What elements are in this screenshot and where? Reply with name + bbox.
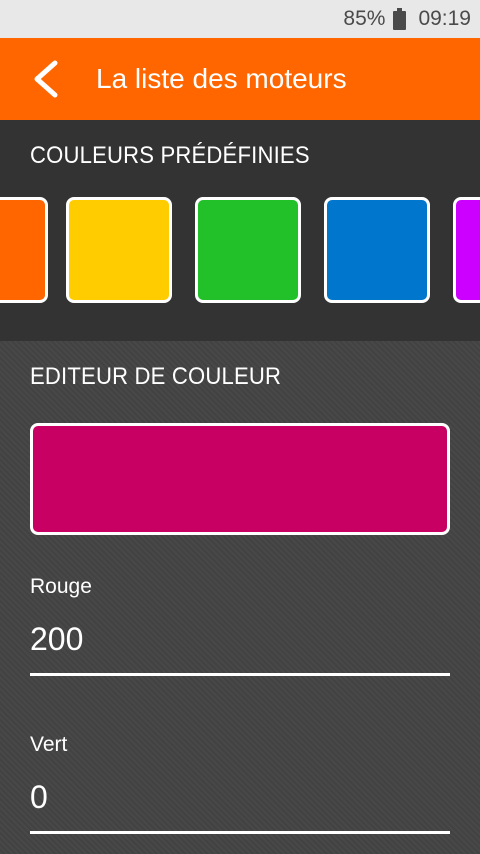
green-input-underline xyxy=(30,831,450,834)
predefined-colors-title: COULEURS PRÉDÉFINIES xyxy=(30,142,310,169)
swatch-orange[interactable] xyxy=(0,197,48,303)
battery-icon xyxy=(393,8,407,30)
color-preview xyxy=(30,423,450,535)
app-bar: La liste des moteurs xyxy=(0,38,480,120)
swatch-blue[interactable] xyxy=(324,197,430,303)
color-editor-title: EDITEUR DE COULEUR xyxy=(30,363,282,390)
page-title: La liste des moteurs xyxy=(96,63,347,94)
back-button[interactable] xyxy=(16,49,76,109)
arrow-back-icon xyxy=(34,60,58,98)
red-input[interactable] xyxy=(30,621,450,658)
clock: 09:19 xyxy=(418,7,471,30)
swatch-yellow[interactable] xyxy=(66,197,172,303)
red-input-underline xyxy=(30,673,450,676)
status-bar: 85% 09:19 xyxy=(0,0,480,38)
swatch-green[interactable] xyxy=(195,197,301,303)
battery-percent: 85% xyxy=(343,7,386,30)
red-label: Rouge xyxy=(30,575,92,598)
swatch-purple[interactable] xyxy=(453,197,480,303)
screen: 85% 09:19 La liste des moteurs COULEURS … xyxy=(0,0,480,854)
green-label: Vert xyxy=(30,733,68,756)
predefined-colors-section: COULEURS PRÉDÉFINIES xyxy=(0,120,480,341)
color-editor-section: EDITEUR DE COULEUR Rouge Vert xyxy=(0,341,480,854)
green-input[interactable] xyxy=(30,779,450,816)
